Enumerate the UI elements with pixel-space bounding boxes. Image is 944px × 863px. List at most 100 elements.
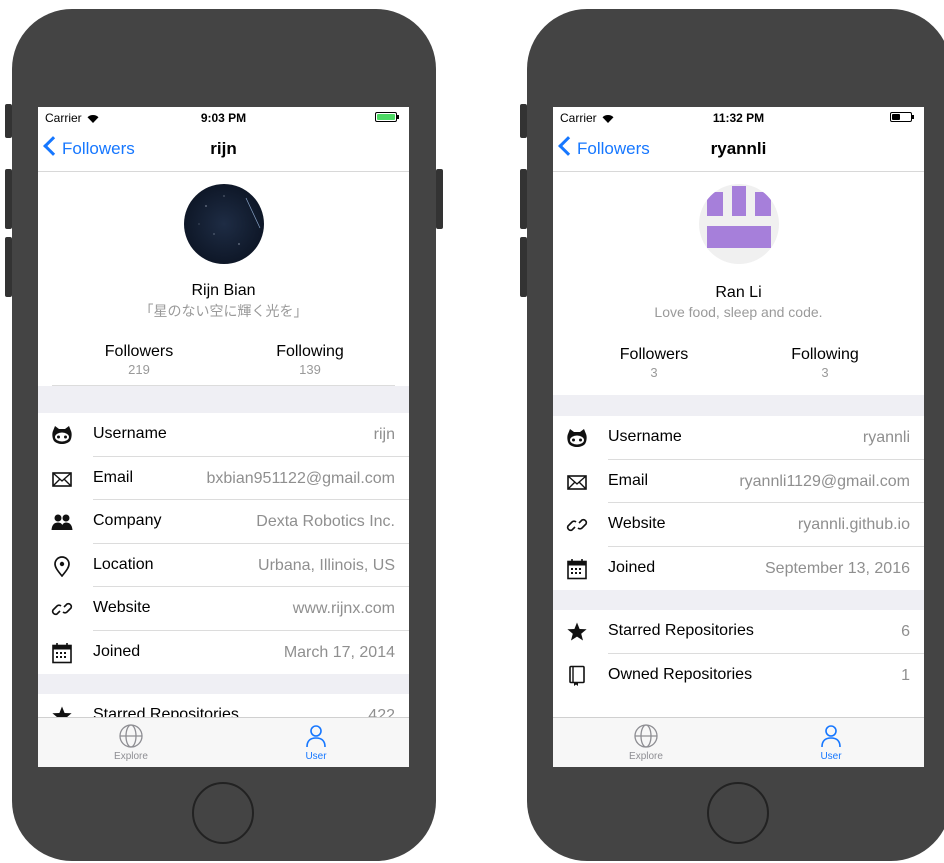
row-label: Email: [93, 468, 134, 486]
power-button: [436, 169, 443, 229]
followers-label: Followers: [104, 343, 174, 360]
row-value: ryannli: [862, 429, 910, 446]
repos-section: Starred Repositories 6 Owned Repositorie…: [553, 610, 924, 727]
nav-title: rijn: [210, 139, 237, 158]
followers-label: Followers: [619, 346, 689, 363]
tab-explore[interactable]: Explore: [601, 723, 691, 762]
user-icon: [821, 725, 841, 748]
row-value: www.rijnx.com: [292, 600, 395, 617]
row-label: Joined: [93, 642, 141, 660]
status-bar: Carrier 11:32 PM: [553, 107, 924, 127]
repo-book-icon: [569, 665, 585, 686]
followers-count: 219: [128, 362, 150, 377]
profile-name: Ran Li: [715, 284, 762, 301]
info-row-website[interactable]: Website ryannli.github.io: [553, 503, 924, 547]
calendar-icon: [567, 558, 587, 579]
row-value: rijn: [373, 426, 395, 443]
profile-name: Rijn Bian: [191, 282, 256, 299]
globe-icon: [634, 724, 658, 748]
people-icon: [51, 514, 73, 530]
avatar-image: [184, 184, 264, 264]
location-pin-icon: [54, 555, 70, 577]
home-button[interactable]: [192, 782, 254, 844]
row-label: Website: [608, 515, 666, 532]
info-row-website[interactable]: Website www.rijnx.com: [38, 587, 409, 631]
envelope-icon: [567, 474, 587, 490]
following-label: Following: [791, 346, 859, 363]
tab-label: Explore: [629, 751, 663, 762]
row-value: ryannli.github.io: [797, 516, 910, 533]
tab-bar: Explore User: [553, 717, 924, 767]
repo-row-owned[interactable]: Owned Repositories 1: [553, 654, 924, 698]
tab-bar: Explore User: [38, 717, 409, 767]
repo-row-starred[interactable]: Starred Repositories 6: [553, 610, 924, 654]
avatar[interactable]: [699, 184, 779, 264]
volume-up-button: [5, 169, 12, 229]
volume-up-button: [520, 169, 527, 229]
info-row-email[interactable]: Email ryannli1129@gmail.com: [553, 460, 924, 503]
row-label: Username: [608, 428, 682, 445]
followers-count: 3: [650, 365, 658, 380]
battery-icon: [890, 112, 914, 122]
star-icon: [567, 622, 587, 641]
status-bar: Carrier 9:03 PM: [38, 107, 409, 127]
navigation-bar: Followers ryannli: [553, 127, 924, 172]
following-stat[interactable]: Following 3: [765, 346, 885, 380]
user-icon: [306, 725, 326, 748]
github-cat-icon: [52, 426, 72, 444]
info-row-joined[interactable]: Joined March 17, 2014: [38, 631, 409, 675]
clock: 9:03 PM: [200, 111, 247, 125]
row-value: ryannli1129@gmail.com: [739, 472, 910, 490]
home-button[interactable]: [707, 782, 769, 844]
link-icon: [51, 602, 73, 616]
info-section: Username rijn Email bxbian951122@gmail.c…: [38, 413, 409, 674]
envelope-icon: [52, 471, 72, 487]
tab-user[interactable]: User: [786, 723, 876, 762]
row-value: bxbian951122@gmail.com: [206, 469, 396, 487]
row-label: Website: [93, 599, 151, 616]
nav-title: ryannli: [710, 139, 767, 158]
row-label: Joined: [608, 558, 656, 576]
tab-explore[interactable]: Explore: [86, 723, 176, 762]
mute-switch: [5, 104, 12, 138]
info-row-joined[interactable]: Joined September 13, 2016: [553, 547, 924, 591]
row-value: 6: [901, 623, 910, 640]
github-cat-icon: [567, 429, 587, 447]
info-row-email[interactable]: Email bxbian951122@gmail.com: [38, 457, 409, 500]
info-row-username[interactable]: Username ryannli: [553, 416, 924, 460]
globe-icon: [119, 724, 143, 748]
row-label: Username: [93, 425, 167, 442]
phone-right: Carrier 11:32 PM Followers ryannli Ran L…: [520, 9, 944, 861]
row-label: Company: [93, 512, 162, 529]
volume-down-button: [5, 237, 12, 297]
following-stat[interactable]: Following 139: [250, 343, 370, 377]
row-label: Owned Repositories: [608, 665, 753, 683]
profile-bio: 「星のない空に輝く光を」: [139, 303, 308, 319]
info-row-location[interactable]: Location Urbana, Illinois, US: [38, 544, 409, 587]
clock: 11:32 PM: [712, 111, 765, 125]
info-row-company[interactable]: Company Dexta Robotics Inc.: [38, 500, 409, 544]
row-value: Dexta Robotics Inc.: [256, 513, 395, 530]
followers-stat[interactable]: Followers 219: [79, 343, 199, 377]
following-label: Following: [276, 343, 344, 360]
following-count: 3: [821, 365, 829, 380]
row-value: September 13, 2016: [765, 559, 910, 577]
tab-label: User: [820, 751, 842, 762]
battery-icon: [375, 112, 399, 122]
avatar[interactable]: [184, 184, 264, 264]
navigation-bar: Followers rijn: [38, 127, 409, 172]
screen: Carrier 9:03 PM Followers rijn Rijn Bian…: [38, 107, 409, 767]
info-section: Username ryannli Email ryannli1129@gmail…: [553, 416, 924, 590]
row-label: Starred Repositories: [608, 622, 754, 639]
profile-bio: Love food, sleep and code.: [654, 304, 823, 320]
link-icon: [566, 518, 588, 532]
screen: Carrier 11:32 PM Followers ryannli Ran L…: [553, 107, 924, 767]
info-row-username[interactable]: Username rijn: [38, 413, 409, 457]
tab-label: Explore: [114, 751, 148, 762]
tab-label: User: [305, 751, 327, 762]
following-count: 139: [299, 362, 321, 377]
tab-user[interactable]: User: [271, 723, 361, 762]
followers-stat[interactable]: Followers 3: [594, 346, 714, 380]
row-value: 1: [901, 666, 910, 684]
row-label: Email: [608, 471, 649, 489]
